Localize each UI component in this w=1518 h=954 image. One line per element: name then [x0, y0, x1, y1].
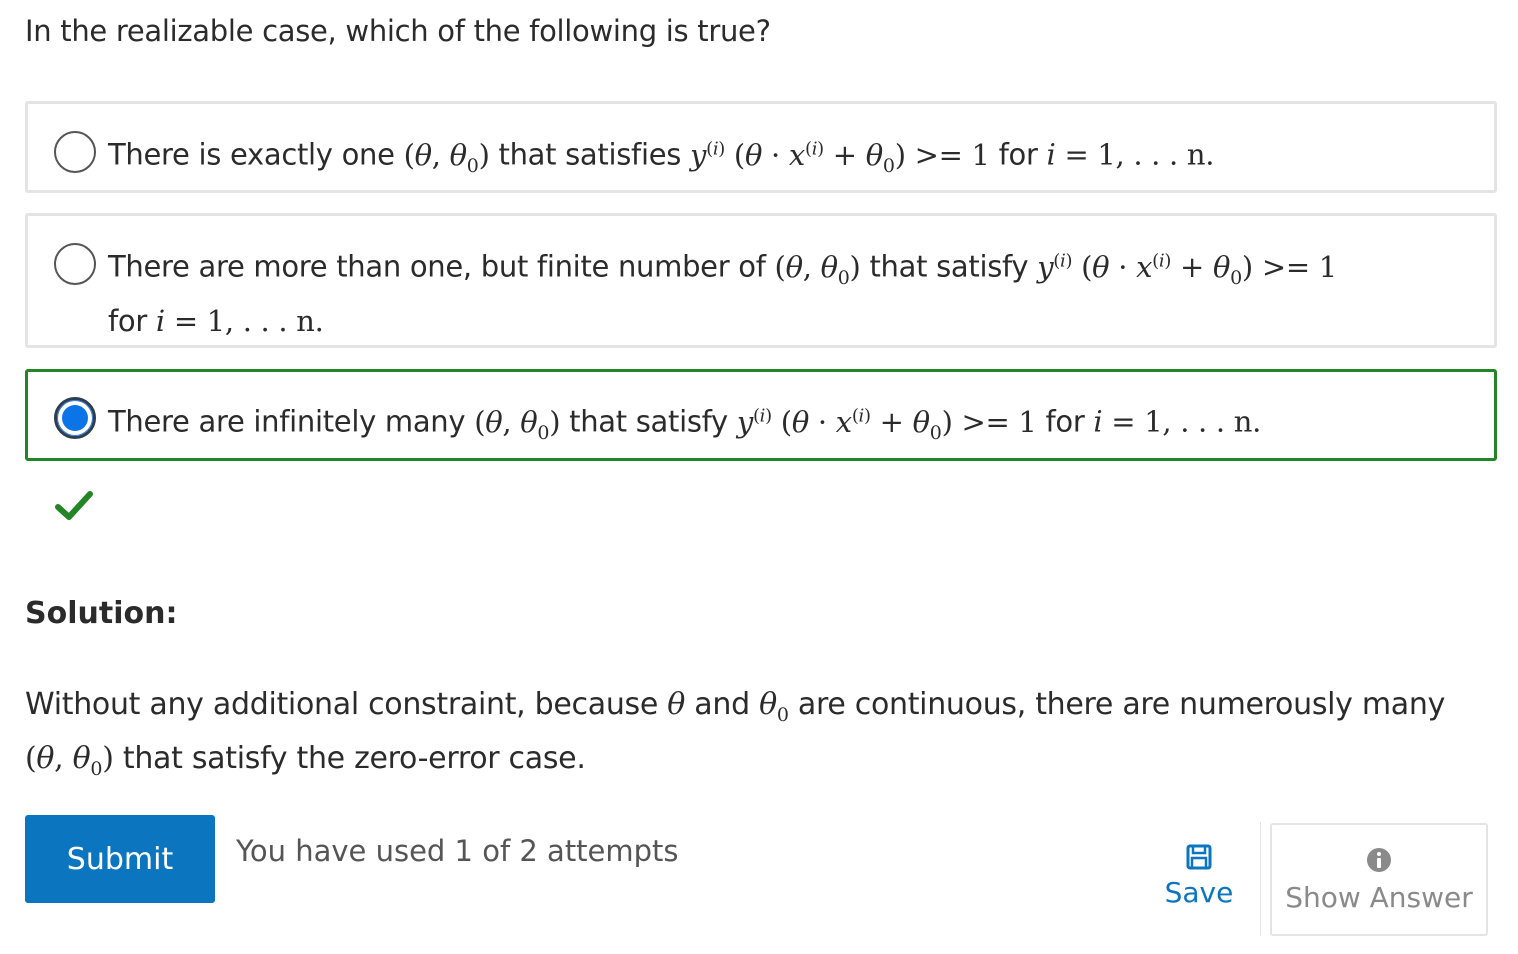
radio-button-1[interactable]: [54, 131, 96, 173]
question-text: In the realizable case, which of the fol…: [25, 14, 771, 48]
info-icon: [1367, 848, 1391, 872]
solution-label: Solution:: [25, 596, 178, 631]
divider: [1260, 822, 1261, 936]
submit-button[interactable]: Submit: [25, 815, 215, 903]
save-icon: [1186, 844, 1212, 870]
answer-option-3[interactable]: There are infinitely many (θ, θ0) that s…: [25, 369, 1497, 461]
attempts-text: You have used 1 of 2 attempts: [236, 834, 679, 868]
answer-option-1[interactable]: There is exactly one (θ, θ0) that satisf…: [25, 101, 1497, 193]
radio-button-2[interactable]: [54, 243, 96, 285]
option-1-text: There is exactly one (θ, θ0) that satisf…: [108, 137, 1215, 177]
option-3-text: There are infinitely many (θ, θ0) that s…: [108, 404, 1262, 444]
option-2-text: There are more than one, but finite numb…: [108, 249, 1337, 339]
save-button[interactable]: Save: [1140, 840, 1258, 930]
answer-option-2[interactable]: There are more than one, but finite numb…: [25, 213, 1497, 348]
solution-text: Without any additional constraint, becau…: [25, 687, 1446, 780]
check-icon: [55, 491, 93, 520]
save-label: Save: [1164, 876, 1234, 909]
show-answer-button[interactable]: Show Answer: [1270, 823, 1488, 936]
radio-button-3[interactable]: [54, 397, 96, 439]
show-answer-label: Show Answer: [1285, 881, 1473, 914]
